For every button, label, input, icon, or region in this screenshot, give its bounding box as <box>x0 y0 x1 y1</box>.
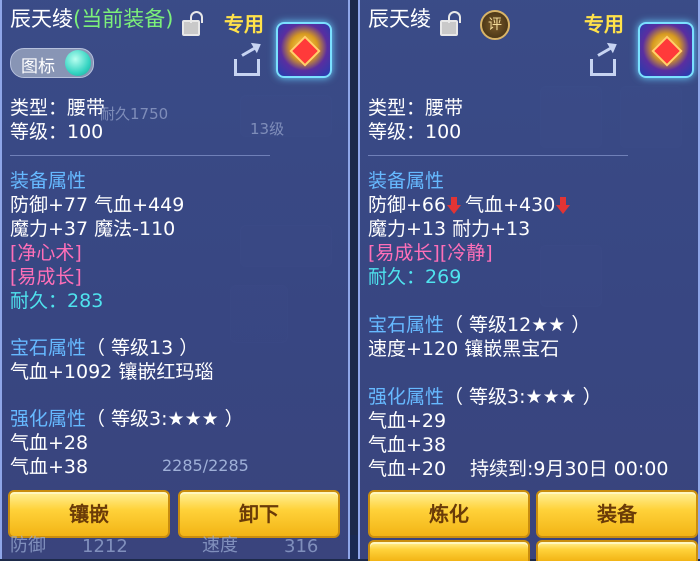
durability-label: 耐久： <box>368 266 426 288</box>
enhance-line: 气血+28 <box>10 432 89 454</box>
durability: 耐久：283 <box>10 290 103 312</box>
expire-time: 持续到:9月30日 00:00 <box>470 458 669 480</box>
lock-icon[interactable] <box>182 11 203 36</box>
enhance-attr-header: 强化属性 <box>10 408 87 430</box>
enhance-attr-row: 强化属性（ 等级3:★★★ ） <box>368 386 602 408</box>
gem-attr-header: 宝石属性 <box>10 337 87 359</box>
stat-speed-value: 316 <box>284 536 319 557</box>
gem-attr-header: 宝石属性 <box>368 314 445 336</box>
more-button-1[interactable] <box>368 540 530 561</box>
attr-line-compare: 防御+66 气血+430 <box>368 194 574 216</box>
defense-value: 防御+66 <box>368 194 447 216</box>
enhance-line: 气血+38 <box>368 434 447 456</box>
hp-value: 气血+430 <box>465 194 556 216</box>
skill-tag: [易成长][冷静] <box>368 242 493 264</box>
gem-line: 速度+120 镶嵌黑宝石 <box>368 338 560 360</box>
exclusive-label: 专用 <box>584 12 624 36</box>
durability-label: 耐久： <box>10 290 68 312</box>
current-equip-tag: (当前装备) <box>73 7 174 31</box>
enhance-attr-row: 强化属性（ 等级3:★★★ ） <box>10 408 244 430</box>
belt-item-icon <box>276 22 332 78</box>
down-arrow-icon <box>556 196 571 215</box>
item-level: 等级：100 <box>368 121 462 143</box>
enhance-line: 气血+38 <box>10 456 89 478</box>
gem-line: 气血+1092 镶嵌红玛瑙 <box>10 361 214 383</box>
equip-button[interactable]: 装备 <box>536 490 698 538</box>
share-icon[interactable] <box>590 45 618 76</box>
durability: 耐久：269 <box>368 266 461 288</box>
attr-line: 魔力+13 耐力+13 <box>368 218 531 240</box>
equip-attr-header: 装备属性 <box>368 170 445 192</box>
item-name: 辰天绫 <box>10 7 73 31</box>
icon-toggle[interactable]: 图标 <box>10 48 94 78</box>
stat-defense-value: 1212 <box>82 536 128 557</box>
bg-durability-text: 耐久1750 <box>100 105 169 123</box>
enhance-level: （ 等级3:★★★ ） <box>444 386 602 408</box>
item-type: 类型：腰带 <box>368 97 464 119</box>
skill-tag: [易成长] <box>10 266 82 288</box>
enhance-line: 气血+20 <box>368 458 447 480</box>
enhance-level: （ 等级3:★★★ ） <box>86 408 244 430</box>
more-button-2[interactable] <box>536 540 698 561</box>
gem-level: （ 等级13 ） <box>86 337 199 359</box>
durability-value: 283 <box>67 290 104 312</box>
durability-value: 269 <box>425 266 462 288</box>
gem-attr-row: 宝石属性（ 等级13 ） <box>10 337 198 359</box>
compare-item-panel: 辰天绫 评 专用 类型：腰带 等级：100 装备属性 防御+66 气血+430 魔… <box>358 0 700 561</box>
hp-readout: 2285/2285 <box>162 456 249 475</box>
divider <box>368 155 628 156</box>
stat-defense-label: 防御 <box>10 535 46 556</box>
item-name: 辰天绫 <box>368 7 431 31</box>
bg-level-badge: 13级 <box>250 120 285 138</box>
toggle-knob <box>65 50 91 76</box>
belt-item-icon <box>638 22 694 78</box>
equipped-item-panel: 辰天绫(当前装备) 专用 图标 类型：腰带 等级：100 装备属性 防御+77 … <box>0 0 350 559</box>
skill-tag: [净心术] <box>10 242 82 264</box>
item-level: 等级：100 <box>10 121 104 143</box>
attr-line: 魔力+37 魔法-110 <box>10 218 176 240</box>
item-type: 类型：腰带 <box>10 97 106 119</box>
enhance-attr-header: 强化属性 <box>368 386 445 408</box>
exclusive-label: 专用 <box>224 12 264 36</box>
enhance-line: 气血+29 <box>368 410 447 432</box>
toggle-label: 图标 <box>21 57 55 77</box>
divider <box>10 155 270 156</box>
lock-icon[interactable] <box>440 11 461 36</box>
rate-badge-icon[interactable]: 评 <box>480 10 510 40</box>
stat-speed-label: 速度 <box>202 535 238 556</box>
equip-attr-header: 装备属性 <box>10 170 87 192</box>
item-title: 辰天绫(当前装备) <box>10 8 173 30</box>
refine-button[interactable]: 炼化 <box>368 490 530 538</box>
gem-attr-row: 宝石属性（ 等级12★★ ） <box>368 314 590 336</box>
down-arrow-icon <box>447 196 462 215</box>
share-icon[interactable] <box>234 45 262 76</box>
attr-line: 防御+77 气血+449 <box>10 194 185 216</box>
gem-level: （ 等级12★★ ） <box>444 314 591 336</box>
